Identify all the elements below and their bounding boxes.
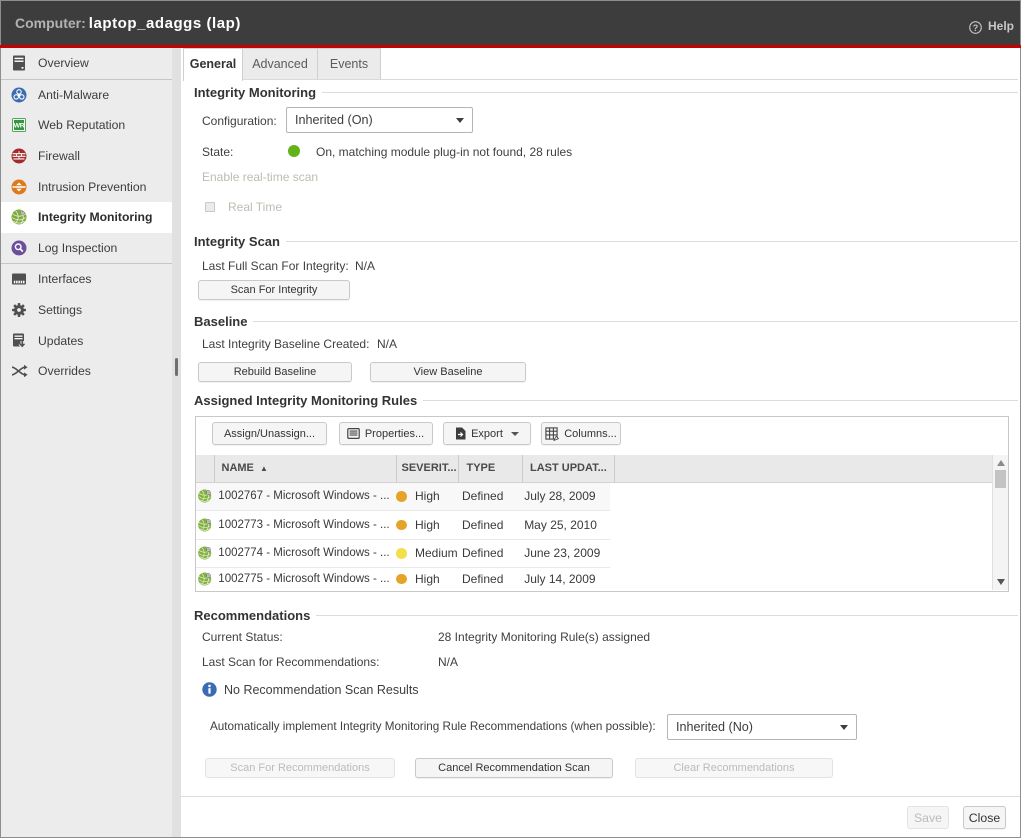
svg-text:WR: WR bbox=[14, 123, 25, 130]
svg-text:?: ? bbox=[973, 22, 979, 32]
